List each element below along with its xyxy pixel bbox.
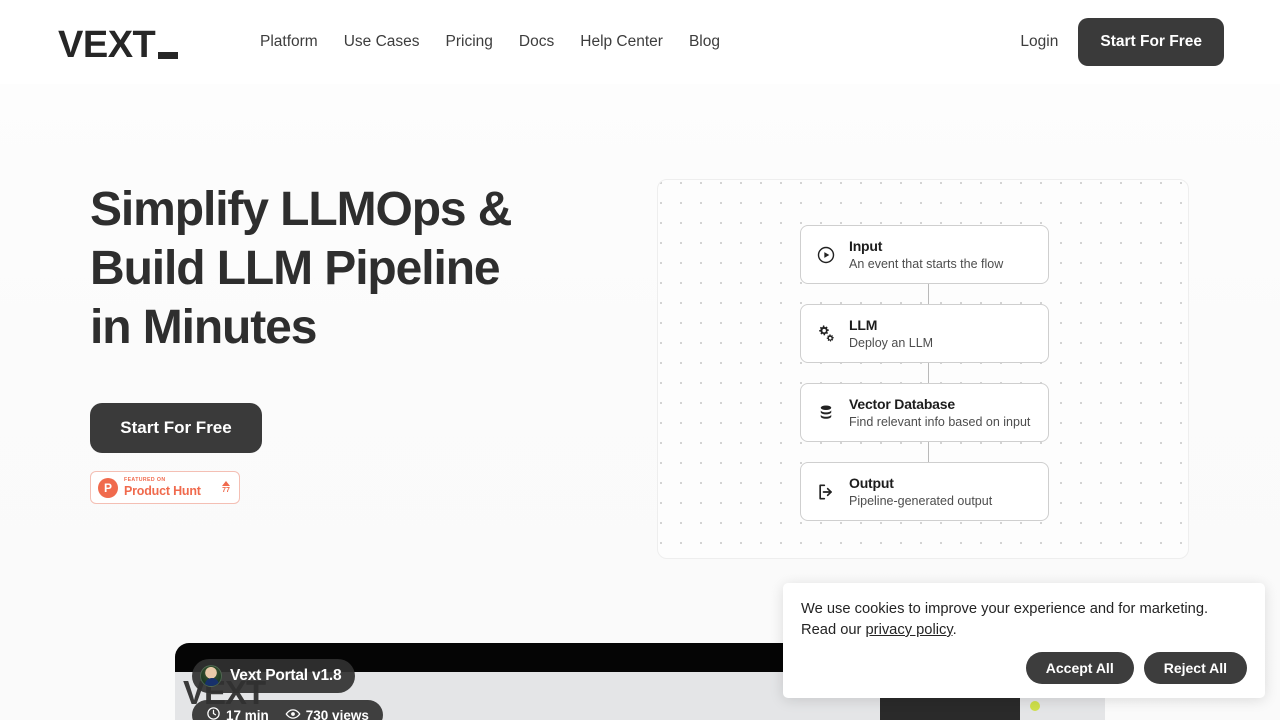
eye-icon [285, 706, 301, 720]
nav-start-for-free-button[interactable]: Start For Free [1078, 18, 1224, 66]
product-hunt-badge[interactable]: P FEATURED ON Product Hunt 77 [90, 471, 240, 504]
video-views-label: 730 views [305, 707, 369, 720]
cookie-message-part-1: We use cookies to improve your experienc… [801, 601, 1209, 638]
logo-underscore-icon [158, 52, 179, 59]
cookie-message: We use cookies to improve your experienc… [801, 599, 1247, 641]
hero-title-line-2: Build LLM Pipeline [90, 242, 501, 295]
video-duration-label: 17 min [226, 707, 269, 720]
pipeline-node-input-text: Input An event that starts the flow [849, 237, 1003, 273]
video-stats-pill: 17 min 730 views [192, 700, 383, 720]
pipeline-diagram-canvas[interactable]: Input An event that starts the flow LLM … [657, 179, 1189, 559]
pipeline-node-llm-title: LLM [849, 316, 878, 333]
pipeline-node-llm-text: LLM Deploy an LLM [849, 316, 933, 352]
pipeline-node-output-subtitle: Pipeline-generated output [849, 493, 993, 508]
cookie-message-part-2: . [952, 622, 957, 638]
pipeline-node-vector-database[interactable]: Vector Database Find relevant info based… [800, 383, 1049, 442]
cookie-consent-banner: We use cookies to improve your experienc… [783, 583, 1265, 698]
pipeline-node-input-subtitle: An event that starts the flow [849, 256, 1004, 271]
privacy-policy-link[interactable]: privacy policy [866, 622, 953, 638]
pipeline-node-llm-subtitle: Deploy an LLM [849, 335, 934, 350]
nav-link-pricing[interactable]: Pricing [446, 33, 493, 51]
reject-all-button[interactable]: Reject All [1143, 652, 1247, 684]
product-hunt-name: Product Hunt [124, 484, 201, 498]
pipeline-node-input[interactable]: Input An event that starts the flow [800, 225, 1049, 284]
pipeline-node-llm[interactable]: LLM Deploy an LLM [800, 304, 1049, 363]
nav-link-help-center[interactable]: Help Center [580, 33, 663, 51]
avatar [200, 665, 222, 687]
gears-icon [813, 321, 839, 347]
logo-wordmark: VEXT [58, 24, 156, 66]
product-hunt-upvote-count: 77 [222, 486, 230, 494]
login-link[interactable]: Login [1020, 33, 1058, 51]
pipeline-node-output[interactable]: Output Pipeline-generated output [800, 462, 1049, 521]
pipeline-node-output-title: Output [849, 474, 894, 491]
pipeline-node-output-text: Output Pipeline-generated output [849, 474, 992, 510]
hero-title-line-1: Simplify LLMOps & [90, 183, 512, 236]
video-title-pill[interactable]: Vext Portal v1.8 [192, 659, 356, 693]
nav-actions: Login Start For Free [1020, 0, 1224, 84]
hero-start-for-free-button[interactable]: Start For Free [90, 403, 262, 453]
top-navigation-bar: VEXT Platform Use Cases Pricing Docs Hel… [0, 0, 1280, 84]
accept-all-button[interactable]: Accept All [1025, 652, 1134, 684]
cookie-actions: Accept All Reject All [1025, 652, 1247, 684]
pipeline-node-vector-database-title: Vector Database [849, 395, 955, 412]
nav-link-use-cases[interactable]: Use Cases [344, 33, 420, 51]
video-views-stat: 730 views [285, 706, 369, 720]
hero-title-line-3: in Minutes [90, 301, 317, 354]
logout-arrow-icon [813, 479, 839, 505]
hero-section: Simplify LLMOps & Build LLM Pipeline in … [90, 180, 570, 504]
pipeline-node-vector-database-text: Vector Database Find relevant info based… [849, 395, 1030, 431]
pipeline-node-input-title: Input [849, 237, 883, 254]
product-hunt-labels: FEATURED ON Product Hunt [124, 477, 222, 498]
clock-icon [206, 706, 221, 720]
nav-link-blog[interactable]: Blog [689, 33, 720, 51]
product-hunt-featured-label: FEATURED ON [124, 477, 166, 483]
play-circle-icon [813, 242, 839, 268]
upvote-caret-icon [222, 480, 230, 486]
nav-link-docs[interactable]: Docs [519, 33, 554, 51]
nav-link-platform[interactable]: Platform [260, 33, 318, 51]
video-title: Vext Portal v1.8 [230, 667, 342, 684]
primary-nav-links: Platform Use Cases Pricing Docs Help Cen… [260, 0, 720, 84]
page-title: Simplify LLMOps & Build LLM Pipeline in … [90, 180, 570, 357]
video-accent-dot [1030, 701, 1040, 711]
database-icon [813, 400, 839, 426]
vext-logo[interactable]: VEXT [58, 20, 179, 66]
product-hunt-upvote-group: 77 [222, 480, 232, 495]
pipeline-node-vector-database-subtitle: Find relevant info based on input [849, 414, 1031, 429]
video-duration-stat: 17 min [206, 706, 269, 720]
product-hunt-icon: P [98, 477, 118, 498]
